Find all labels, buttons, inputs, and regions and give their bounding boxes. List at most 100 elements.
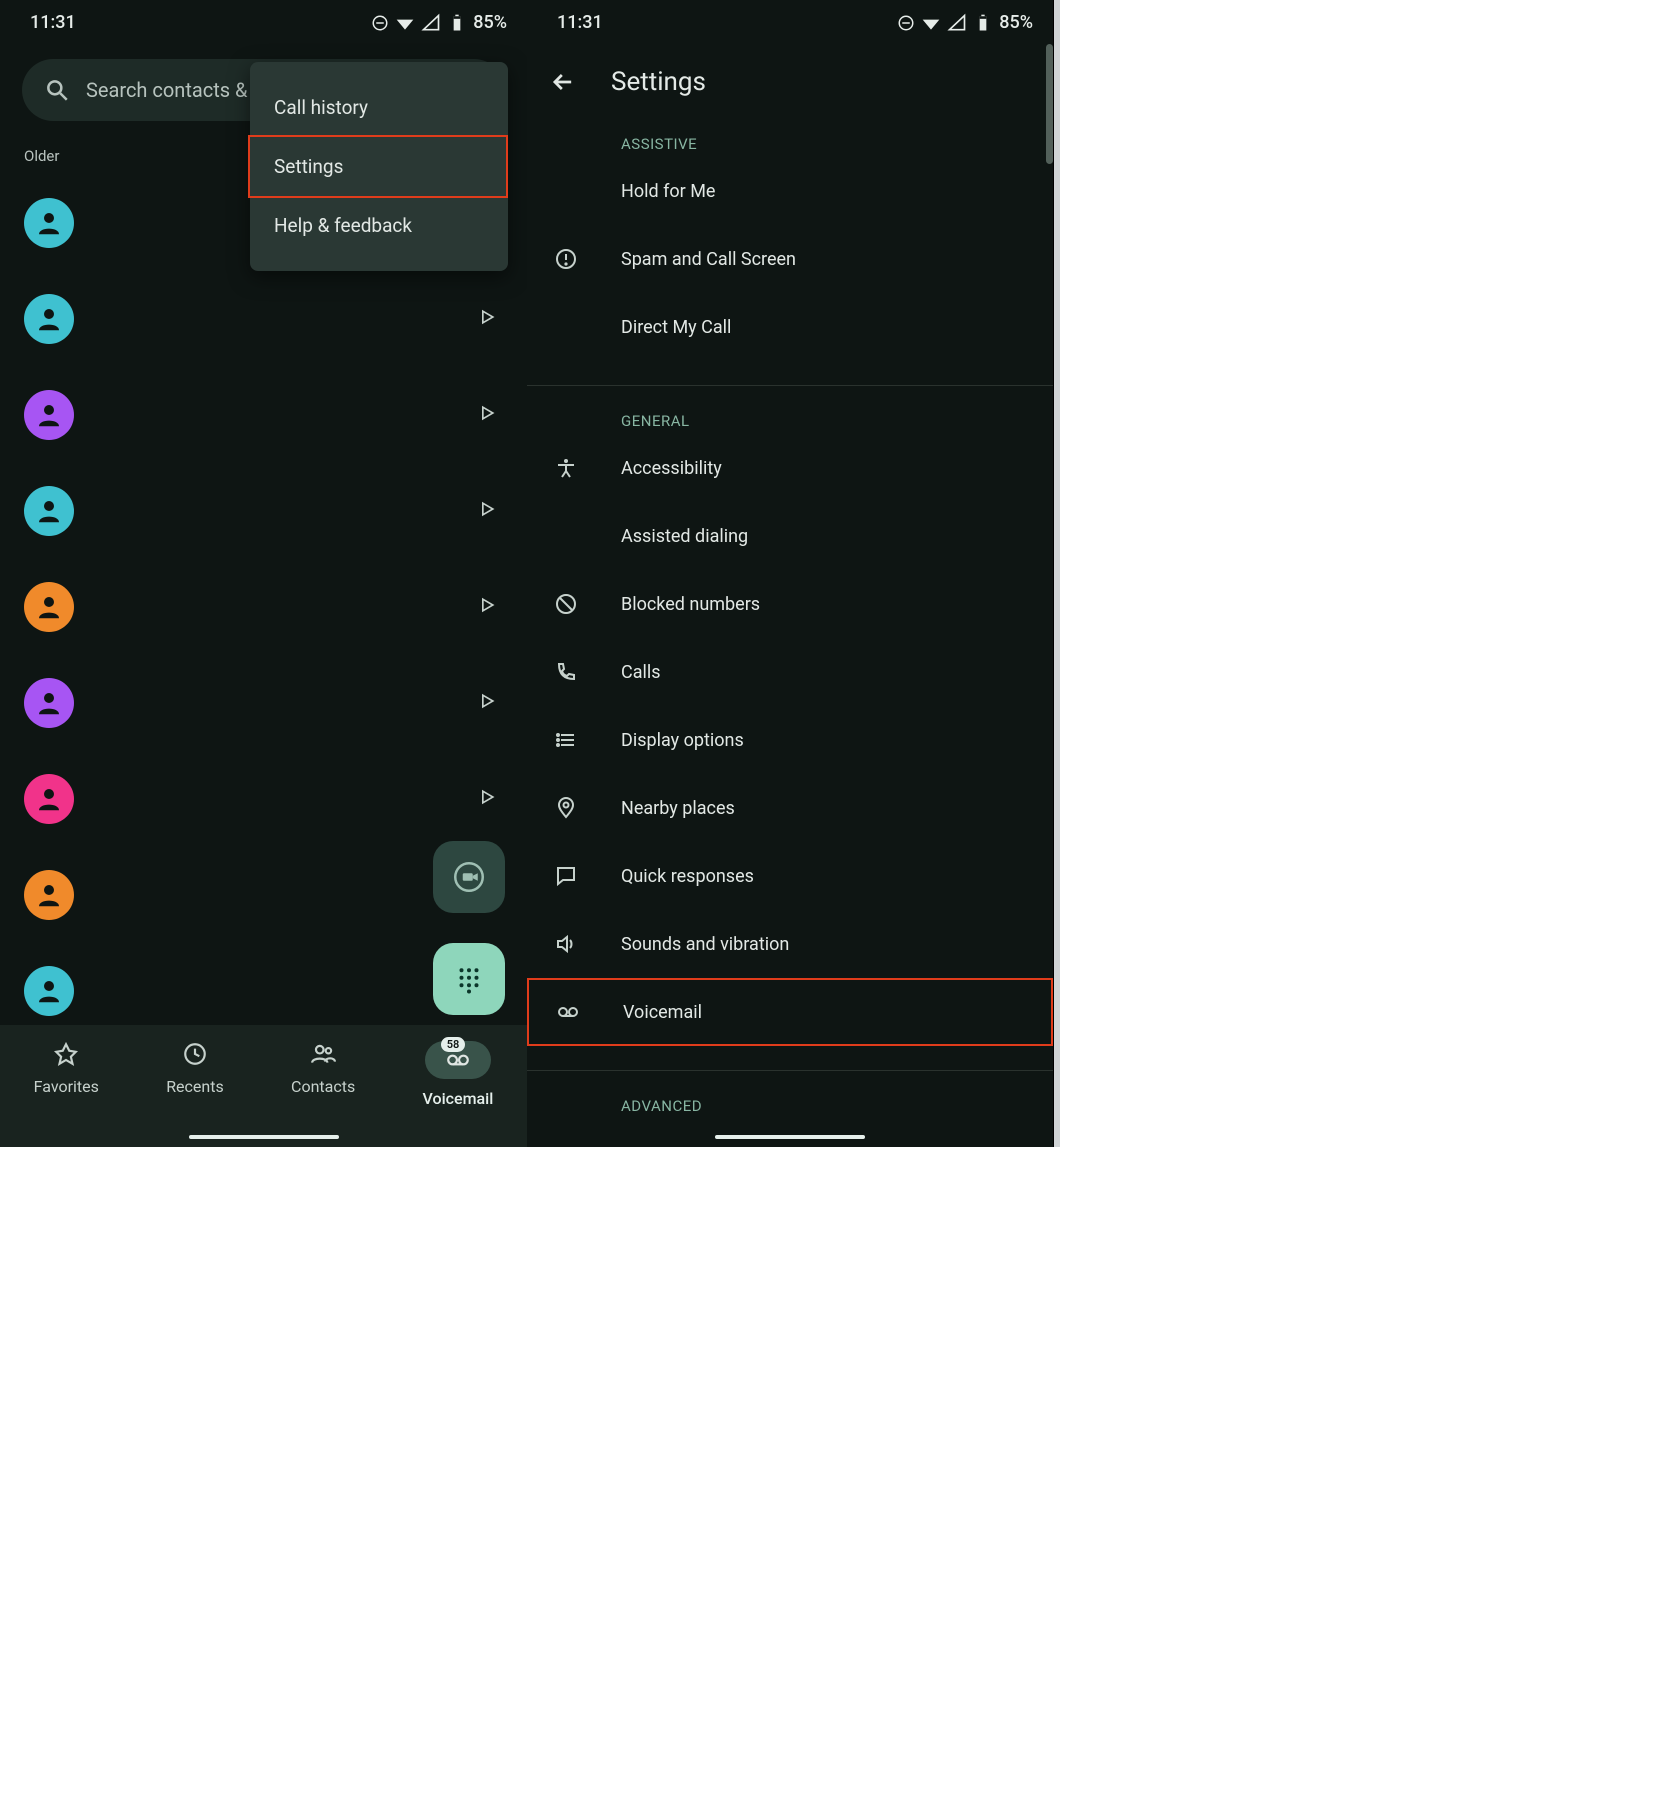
dialpad-icon	[454, 964, 484, 994]
dnd-icon	[371, 14, 389, 32]
battery-percent: 85%	[999, 12, 1033, 33]
statusbar: 11:31 85%	[0, 0, 527, 41]
bottom-nav: Favorites Recents Contacts 58 Voicemail	[0, 1025, 527, 1147]
play-button[interactable]	[477, 595, 497, 619]
person-icon	[34, 304, 64, 334]
sound-icon	[551, 932, 581, 956]
item-nearby-places[interactable]: Nearby places	[527, 774, 1053, 842]
play-button[interactable]	[477, 787, 497, 811]
status-right: 85%	[897, 12, 1033, 33]
video-icon	[454, 862, 484, 892]
item-label: Voicemail	[623, 1002, 702, 1023]
voicemail-row[interactable]	[0, 655, 527, 751]
wifi-icon	[921, 13, 941, 33]
item-label: Accessibility	[621, 458, 722, 479]
signal-icon	[947, 13, 967, 33]
settings-screen: 11:31 85% Settings ASSISTIVE Hold for Me…	[527, 0, 1054, 1147]
statusbar: 11:31 85%	[527, 0, 1053, 41]
contact-avatar	[24, 678, 74, 728]
item-voicemail[interactable]: Voicemail	[527, 978, 1053, 1046]
voicemail-row[interactable]	[0, 367, 527, 463]
person-icon	[34, 208, 64, 238]
nav-contacts[interactable]: Contacts	[291, 1041, 355, 1096]
voicemail-row[interactable]	[0, 463, 527, 559]
item-sounds-vibration[interactable]: Sounds and vibration	[527, 910, 1053, 978]
item-label: Display options	[621, 730, 744, 751]
item-label: Sounds and vibration	[621, 934, 789, 955]
voicemail-row[interactable]	[0, 271, 527, 367]
nav-label: Contacts	[291, 1077, 355, 1096]
video-fab[interactable]	[433, 841, 505, 913]
item-label: Quick responses	[621, 866, 754, 887]
clock-icon	[182, 1041, 208, 1067]
status-time: 11:31	[30, 12, 76, 33]
item-accessibility[interactable]: Accessibility	[527, 434, 1053, 502]
signal-icon	[421, 13, 441, 33]
voicemail-row[interactable]	[0, 751, 527, 847]
item-hold-for-me[interactable]: Hold for Me	[527, 157, 1053, 225]
nav-recents[interactable]: Recents	[166, 1041, 224, 1096]
item-spam-call-screen[interactable]: Spam and Call Screen	[527, 225, 1053, 293]
person-icon	[34, 688, 64, 718]
item-label: Nearby places	[621, 798, 735, 819]
person-icon	[34, 592, 64, 622]
play-button[interactable]	[477, 403, 497, 427]
block-icon	[551, 592, 581, 616]
home-indicator[interactable]	[189, 1135, 339, 1139]
voicemail-row[interactable]	[0, 559, 527, 655]
people-icon	[310, 1041, 336, 1067]
contact-avatar	[24, 198, 74, 248]
alert-icon	[551, 247, 581, 271]
contact-avatar	[24, 486, 74, 536]
nav-label: Voicemail	[423, 1089, 494, 1108]
item-label: Spam and Call Screen	[621, 249, 796, 270]
item-display-options[interactable]: Display options	[527, 706, 1053, 774]
person-icon	[34, 784, 64, 814]
status-time: 11:31	[557, 12, 603, 33]
person-icon	[34, 496, 64, 526]
voicemail-icon	[553, 1000, 583, 1024]
play-button[interactable]	[477, 307, 497, 331]
menu-settings[interactable]: Settings	[248, 135, 508, 198]
item-label: Hold for Me	[621, 181, 715, 202]
contact-avatar	[24, 582, 74, 632]
wifi-icon	[395, 13, 415, 33]
item-calls[interactable]: Calls	[527, 638, 1053, 706]
item-blocked-numbers[interactable]: Blocked numbers	[527, 570, 1053, 638]
section-general: GENERAL	[527, 386, 1053, 434]
contact-avatar	[24, 966, 74, 1016]
phone-app-screen: 11:31 85% Search contacts & pl Call hist…	[0, 0, 527, 1147]
search-icon	[44, 77, 70, 103]
person-icon	[34, 400, 64, 430]
scrollbar[interactable]	[1046, 44, 1053, 164]
dialpad-fab[interactable]	[433, 943, 505, 1015]
play-button[interactable]	[477, 691, 497, 715]
item-assisted-dialing[interactable]: Assisted dialing	[527, 502, 1053, 570]
dnd-icon	[897, 14, 915, 32]
chat-icon	[551, 864, 581, 888]
settings-header: Settings	[527, 41, 1053, 127]
item-direct-my-call[interactable]: Direct My Call	[527, 293, 1053, 361]
overflow-menu: Call history Settings Help & feedback	[250, 62, 508, 271]
menu-call-history[interactable]: Call history	[250, 78, 508, 137]
item-quick-responses[interactable]: Quick responses	[527, 842, 1053, 910]
phone-icon	[551, 660, 581, 684]
voicemail-badge: 58	[441, 1037, 466, 1052]
menu-help-feedback[interactable]: Help & feedback	[250, 196, 508, 255]
contact-avatar	[24, 390, 74, 440]
item-label: Calls	[621, 662, 661, 683]
nav-favorites[interactable]: Favorites	[34, 1041, 99, 1096]
star-icon	[53, 1041, 79, 1067]
home-indicator[interactable]	[715, 1135, 865, 1139]
item-label: Blocked numbers	[621, 594, 760, 615]
accessibility-icon	[551, 456, 581, 480]
list-icon	[551, 728, 581, 752]
back-icon[interactable]	[549, 68, 577, 96]
play-button[interactable]	[477, 499, 497, 523]
search-placeholder: Search contacts & pl	[86, 78, 269, 102]
battery-percent: 85%	[473, 12, 507, 33]
location-icon	[551, 796, 581, 820]
battery-icon	[973, 13, 993, 33]
nav-voicemail[interactable]: 58 Voicemail	[423, 1041, 494, 1108]
person-icon	[34, 880, 64, 910]
